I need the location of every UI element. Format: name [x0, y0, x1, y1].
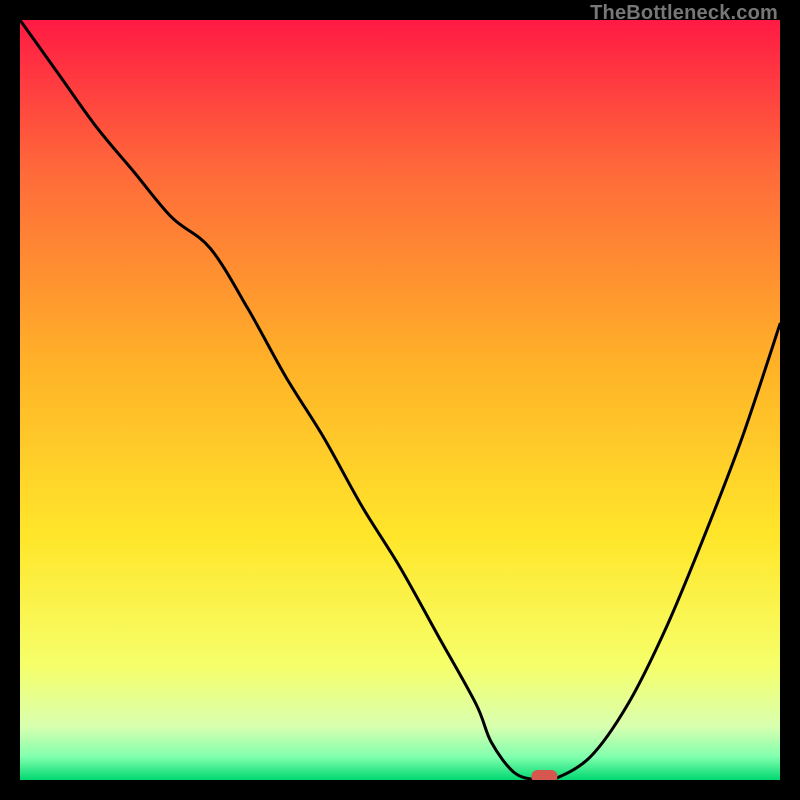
- optimal-point-marker: [531, 770, 557, 780]
- watermark-text: TheBottleneck.com: [590, 2, 778, 25]
- gradient-background: [20, 20, 780, 780]
- chart-svg: [20, 20, 780, 780]
- bottleneck-chart: [20, 20, 780, 780]
